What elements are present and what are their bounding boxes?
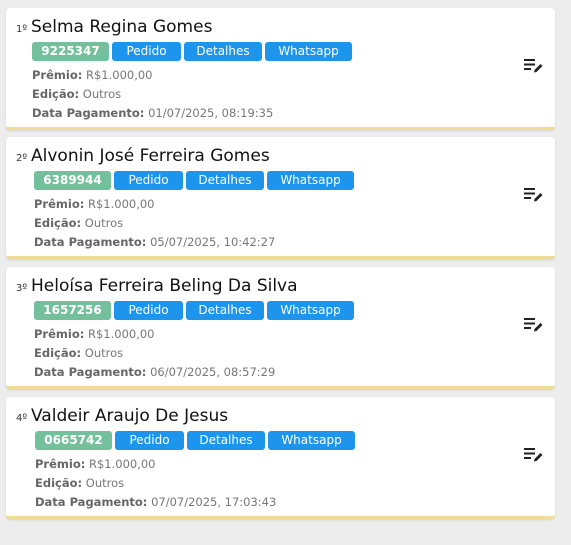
data-pagamento-line: Data Pagamento: 06/07/2025, 08:57:29 [34,365,275,379]
winner-rank: 3º [16,283,28,294]
winner-actions: 9225347 Pedido Detalhes Whatsapp [32,42,352,61]
premio-label: Prêmio: [32,68,83,82]
winners-list: 1º Selma Regina Gomes 9225347 Pedido Det… [0,0,571,545]
data-pagamento-value: 07/07/2025, 17:03:43 [151,495,277,509]
premio-line: Prêmio: R$1.000,00 [32,68,153,82]
premio-value: R$1.000,00 [85,68,153,82]
detalhes-button[interactable]: Detalhes [186,301,264,320]
edicao-value: Outros [84,346,124,360]
order-code-badge: 1657256 [34,301,111,320]
winner-actions: 6389944 Pedido Detalhes Whatsapp [34,171,354,190]
premio-label: Prêmio: [34,327,85,341]
premio-label: Prêmio: [35,457,86,471]
winner-actions: 1657256 Pedido Detalhes Whatsapp [34,301,354,320]
whatsapp-button[interactable]: Whatsapp [267,301,354,320]
playlist-edit-icon[interactable] [524,447,544,463]
whatsapp-button[interactable]: Whatsapp [265,42,352,61]
winner-card: 4º Valdeir Araujo De Jesus 0665742 Pedid… [6,397,555,519]
pedido-button[interactable]: Pedido [114,171,183,190]
playlist-edit-icon[interactable] [524,58,544,74]
whatsapp-button[interactable]: Whatsapp [268,431,355,450]
premio-line: Prêmio: R$1.000,00 [34,197,155,211]
premio-value: R$1.000,00 [88,457,156,471]
winner-card: 2º Alvonin José Ferreira Gomes 6389944 P… [6,137,555,259]
edicao-line: Edição: Outros [34,216,123,230]
winner-rank: 2º [16,153,28,164]
data-pagamento-value: 06/07/2025, 08:57:29 [150,365,276,379]
data-pagamento-label: Data Pagamento: [34,235,147,249]
order-code-badge: 0665742 [35,431,112,450]
edicao-line: Edição: Outros [35,476,124,490]
pedido-button[interactable]: Pedido [112,42,181,61]
premio-value: R$1.000,00 [87,197,155,211]
winner-header: 2º Alvonin José Ferreira Gomes [16,143,270,169]
order-code-badge: 6389944 [34,171,111,190]
detalhes-button[interactable]: Detalhes [187,431,265,450]
premio-value: R$1.000,00 [87,327,155,341]
winner-name: Valdeir Araujo De Jesus [31,406,229,426]
edicao-value: Outros [84,216,124,230]
edicao-label: Edição: [32,87,80,101]
data-pagamento-value: 01/07/2025, 08:19:35 [148,106,274,120]
detalhes-button[interactable]: Detalhes [184,42,262,61]
winner-name: Alvonin José Ferreira Gomes [31,146,270,166]
edicao-label: Edição: [34,346,82,360]
playlist-edit-icon[interactable] [524,317,544,333]
data-pagamento-label: Data Pagamento: [32,106,145,120]
edicao-line: Edição: Outros [32,87,121,101]
winner-rank: 1º [16,24,28,35]
order-code-badge: 9225347 [32,42,109,61]
winner-actions: 0665742 Pedido Detalhes Whatsapp [35,431,355,450]
premio-line: Prêmio: R$1.000,00 [34,327,155,341]
winner-header: 4º Valdeir Araujo De Jesus [16,403,228,429]
winner-rank: 4º [16,413,28,424]
winner-card: 3º Heloísa Ferreira Beling Da Silva 1657… [6,267,555,389]
premio-line: Prêmio: R$1.000,00 [35,457,156,471]
winner-name: Heloísa Ferreira Beling Da Silva [31,276,298,296]
data-pagamento-label: Data Pagamento: [34,365,147,379]
winner-card: 1º Selma Regina Gomes 9225347 Pedido Det… [6,8,555,130]
data-pagamento-line: Data Pagamento: 07/07/2025, 17:03:43 [35,495,276,509]
data-pagamento-line: Data Pagamento: 05/07/2025, 10:42:27 [34,235,275,249]
winner-name: Selma Regina Gomes [31,17,213,37]
edicao-label: Edição: [34,216,82,230]
data-pagamento-value: 05/07/2025, 10:42:27 [150,235,276,249]
pedido-button[interactable]: Pedido [114,301,183,320]
edicao-label: Edição: [35,476,83,490]
data-pagamento-line: Data Pagamento: 01/07/2025, 08:19:35 [32,106,273,120]
playlist-edit-icon[interactable] [524,187,544,203]
whatsapp-button[interactable]: Whatsapp [267,171,354,190]
winner-header: 1º Selma Regina Gomes [16,14,212,40]
winner-header: 3º Heloísa Ferreira Beling Da Silva [16,273,298,299]
edicao-value: Outros [85,476,125,490]
data-pagamento-label: Data Pagamento: [35,495,148,509]
edicao-value: Outros [82,87,122,101]
premio-label: Prêmio: [34,197,85,211]
detalhes-button[interactable]: Detalhes [186,171,264,190]
pedido-button[interactable]: Pedido [115,431,184,450]
edicao-line: Edição: Outros [34,346,123,360]
